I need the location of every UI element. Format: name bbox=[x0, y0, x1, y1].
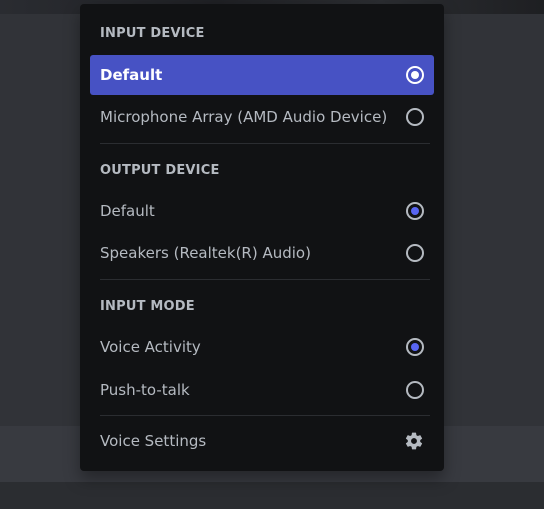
input-mode-option-voice-activity[interactable]: Voice Activity bbox=[90, 327, 434, 367]
radio-checked-icon[interactable] bbox=[406, 66, 424, 84]
output-device-option-default[interactable]: Default bbox=[90, 191, 434, 231]
radio-checked-icon[interactable] bbox=[406, 338, 424, 356]
option-label: Microphone Array (AMD Audio Device) bbox=[100, 108, 388, 126]
option-label: Push-to-talk bbox=[100, 381, 190, 399]
option-label: Speakers (Realtek(R) Audio) bbox=[100, 244, 311, 262]
input-device-option-default[interactable]: Default bbox=[90, 55, 434, 95]
input-device-header: INPUT DEVICE bbox=[100, 26, 205, 41]
input-mode-option-push-to-talk[interactable]: Push-to-talk bbox=[90, 370, 434, 410]
input-mode-header: INPUT MODE bbox=[100, 299, 195, 314]
background-bottom bbox=[0, 482, 544, 509]
voice-device-menu: INPUT DEVICE Default Microphone Array (A… bbox=[80, 4, 444, 471]
divider bbox=[100, 143, 430, 144]
divider bbox=[100, 279, 430, 280]
divider bbox=[100, 415, 430, 416]
radio-checked-icon[interactable] bbox=[406, 202, 424, 220]
radio-unchecked-icon[interactable] bbox=[406, 381, 424, 399]
gear-icon[interactable] bbox=[404, 431, 424, 451]
option-label: Default bbox=[100, 202, 155, 220]
output-device-header: OUTPUT DEVICE bbox=[100, 163, 220, 178]
radio-unchecked-icon[interactable] bbox=[406, 108, 424, 126]
output-device-option-speakers[interactable]: Speakers (Realtek(R) Audio) bbox=[90, 233, 434, 273]
option-label: Voice Activity bbox=[100, 338, 201, 356]
voice-settings-button[interactable]: Voice Settings bbox=[90, 421, 434, 461]
input-device-option-microphone-array[interactable]: Microphone Array (AMD Audio Device) bbox=[90, 97, 434, 137]
voice-settings-label: Voice Settings bbox=[100, 432, 207, 450]
option-label: Default bbox=[100, 66, 163, 84]
radio-unchecked-icon[interactable] bbox=[406, 244, 424, 262]
